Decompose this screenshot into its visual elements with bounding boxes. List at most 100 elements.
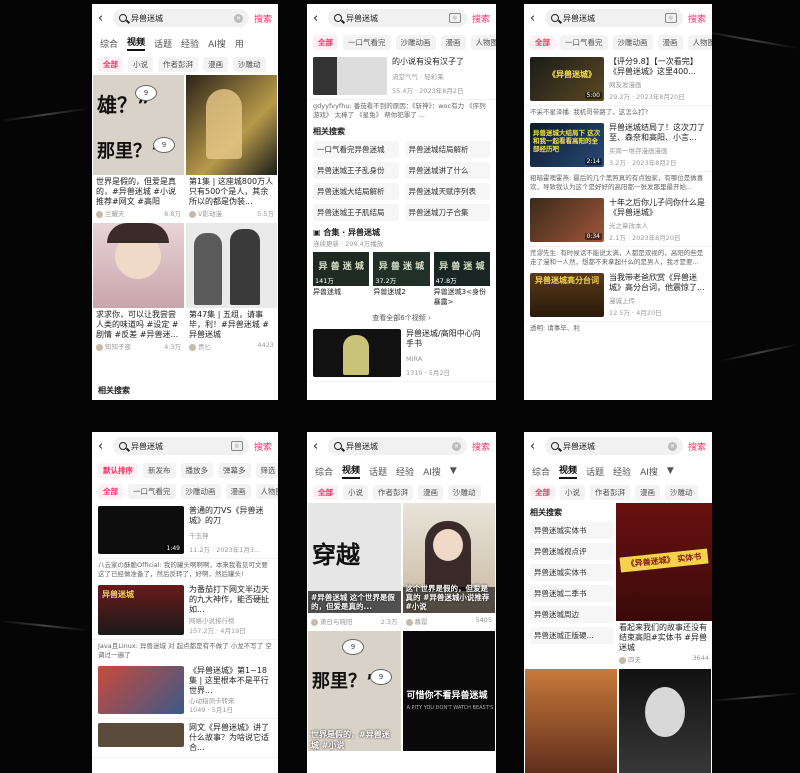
back-arrow-icon[interactable]: ‹ (313, 11, 323, 26)
result-row[interactable]: 《异兽迷城》 5:00 【评分9.8】【一次看完】《异兽迷城》这里400... … (524, 53, 712, 106)
chip-comic[interactable]: 漫画 (225, 484, 251, 499)
chip-anime[interactable]: 沙雕动 (665, 485, 698, 500)
video-card[interactable]: 穿越 #异兽迷城 这个世界是假的，但爱是真的... 萧日与晓阳 2.3万 (308, 503, 401, 629)
collection-item[interactable]: 异 兽 迷 城 47.8万 异兽迷城3<身份暴露> (433, 252, 490, 307)
clear-icon[interactable]: ✕ (233, 13, 243, 23)
related-search-item[interactable]: 异兽迷城周边 (530, 606, 614, 623)
video-card[interactable]: 第47集 | 五组，请事毕，利！#异兽迷城 #异兽迷城 贡匕 4423 (186, 223, 277, 354)
chip-all[interactable]: 全部 (313, 35, 338, 50)
chip-author[interactable]: 作者彭湃 (590, 485, 630, 500)
sort-newest[interactable]: 新发布 (143, 463, 176, 478)
chip-all[interactable]: 全部 (313, 485, 338, 500)
tab-experience[interactable]: 经验 (396, 465, 414, 478)
chip-anime[interactable]: 沙雕动画 (180, 484, 221, 499)
chip-character[interactable]: 人物图 (470, 35, 496, 50)
filter-icon[interactable]: ▼ (450, 466, 457, 476)
tab-topic[interactable]: 话题 (369, 465, 387, 478)
related-search-item[interactable]: 异兽迷城视点评 (530, 543, 614, 560)
tab-video[interactable]: 视频 (127, 35, 146, 51)
chip-comic[interactable]: 漫画 (418, 485, 443, 500)
tab-video[interactable]: 视频 (559, 463, 578, 479)
video-card[interactable] (525, 669, 617, 773)
search-input[interactable]: 异兽迷城 ✕ (113, 9, 249, 27)
search-input[interactable]: 异兽迷城 ✕ (328, 437, 467, 455)
related-search-item[interactable]: 异兽迷城刀子合集 (404, 204, 490, 221)
chip-anime[interactable]: 沙雕动 (448, 485, 481, 500)
tab-experience[interactable]: 经验 (181, 37, 199, 50)
chip-comic[interactable]: 漫画 (635, 485, 660, 500)
tab-zonghe[interactable]: 综合 (100, 37, 118, 50)
image-search-icon[interactable]: ◎ (448, 13, 461, 23)
back-arrow-icon[interactable]: ‹ (313, 439, 323, 454)
chip-anime[interactable]: 沙雕动画 (612, 35, 653, 50)
tab-zonghe[interactable]: 综合 (315, 465, 333, 478)
related-search-item[interactable]: 一口气看完异兽迷城 (313, 141, 399, 158)
video-card[interactable]: 9 那里？” 9 世界是假的，#异兽迷城 #小说 (308, 631, 401, 751)
tab-topic[interactable]: 话题 (586, 465, 604, 478)
video-card[interactable] (619, 669, 711, 773)
chip-novel[interactable]: 小说 (128, 57, 153, 72)
sort-default[interactable]: 默认排序 (98, 463, 138, 478)
related-search-item[interactable]: 异兽迷城结局解析 (404, 141, 490, 158)
chip-all[interactable]: 全部 (530, 485, 555, 500)
related-search-item[interactable]: 异兽迷城二季书 (530, 585, 614, 602)
search-button[interactable]: 搜索 (688, 12, 706, 25)
video-card[interactable]: 雄？” 9 那里？” 9 世界是假的，但爱是真的，#异兽迷城 #小说推荐#网文 … (93, 75, 184, 221)
chip-character[interactable]: 人物图 (687, 35, 712, 50)
view-all-link[interactable]: 查看全部6个视频 › (307, 311, 496, 325)
search-input[interactable]: 异兽迷城 ✕ (545, 437, 683, 455)
collection-header[interactable]: ▣ 合集 · 异兽迷城 (307, 221, 496, 240)
related-search-item[interactable]: 异兽迷城讲了什么 (404, 162, 490, 179)
related-search-item[interactable]: 异兽迷城正版硬... (530, 627, 614, 644)
tab-ai-search[interactable]: AI搜 (423, 465, 441, 478)
tab-topic[interactable]: 话题 (154, 37, 172, 50)
chip-binge[interactable]: 一口气看完 (128, 484, 176, 499)
video-card[interactable]: 可惜你不看异兽迷城 A PITY YOU DON'T WATCH BEAST'S (402, 631, 495, 751)
chip-binge[interactable]: 一口气看完 (560, 35, 608, 50)
result-row[interactable]: 1:49 普通的刀VS《异兽迷城》的刀 千玉神 11.2万 · 2023年1月3… (92, 502, 278, 559)
result-row[interactable]: 异兽迷城大结局下 这次和我一起看看高阳的全部经历吧 2:14 异兽迷城结局了！这… (524, 119, 712, 172)
search-button[interactable]: 搜索 (688, 440, 706, 453)
tab-video[interactable]: 视频 (342, 463, 361, 479)
related-search-item[interactable]: 异兽迷城实体书 (530, 522, 614, 539)
tab-experience[interactable]: 经验 (613, 465, 631, 478)
back-arrow-icon[interactable]: ‹ (530, 11, 540, 26)
filter-icon[interactable]: ▼ (667, 466, 674, 476)
related-search-item[interactable]: 异兽迷城实体书 (530, 564, 614, 581)
tab-zonghe[interactable]: 综合 (532, 465, 550, 478)
back-arrow-icon[interactable]: ‹ (98, 439, 108, 454)
search-button[interactable]: 搜索 (472, 12, 490, 25)
chip-all[interactable]: 全部 (98, 57, 123, 72)
collection-item[interactable]: 异 兽 迷 城 141万 异兽迷城 (313, 252, 370, 307)
chip-comic[interactable]: 漫画 (203, 57, 228, 72)
collection-item[interactable]: 异 兽 迷 城 37.2万 异兽迷城2 (373, 252, 430, 307)
chip-all[interactable]: 全部 (530, 35, 555, 50)
clear-icon[interactable]: ✕ (451, 441, 461, 451)
search-button[interactable]: 搜索 (254, 12, 272, 25)
result-row[interactable]: 异兽迷城/高阳中心向 手书 MIRA 1310 · 5月2日 (307, 325, 496, 382)
search-button[interactable]: 搜索 (472, 440, 490, 453)
result-row[interactable]: 《异兽迷城》第1~18集 | 这里根本不是平行世界... 心动指测卡转来 104… (92, 662, 278, 719)
related-search-item[interactable]: 异兽迷城王子乱身份 (313, 162, 399, 179)
chip-novel[interactable]: 小说 (560, 485, 585, 500)
clear-icon[interactable]: ✕ (667, 441, 677, 451)
sort-most-danmaku[interactable]: 弹幕多 (218, 463, 251, 478)
search-input[interactable]: 异兽迷城 ◎ (328, 9, 467, 27)
result-row[interactable]: 0:34 十年之后你儿子问你什么是《异兽迷城》 光之章改本人 2.1万 · 20… (524, 194, 712, 247)
video-card[interactable]: 第1集 | 这座城800万人只有500个是人，其余所以的都是伪装... V影动漫… (186, 75, 277, 221)
chip-comic[interactable]: 漫画 (657, 35, 683, 50)
image-search-icon[interactable]: ◎ (230, 441, 243, 451)
back-arrow-icon[interactable]: ‹ (98, 11, 108, 26)
chip-binge[interactable]: 一口气看完 (343, 35, 391, 50)
result-row[interactable]: 的小说有没有汉子了 流堂气气 · 轻彩莱 55.4万 · 2023年8月2日 (307, 53, 496, 100)
back-arrow-icon[interactable]: ‹ (530, 439, 540, 454)
sort-most-played[interactable]: 播放多 (180, 463, 213, 478)
video-card[interactable]: 这个世界是假的，但爱是真的 #异兽迷城小说推荐 #小说 慕罂 5405 (402, 503, 495, 629)
chip-novel[interactable]: 小说 (343, 485, 368, 500)
video-card[interactable]: 求求你，可以让我尝尝人类的味道吗 #设定 #剧情 #反差 #异兽迷... 知知子… (93, 223, 184, 354)
chip-anime[interactable]: 沙雕动 (233, 57, 266, 72)
tab-ai-search[interactable]: AI搜 (640, 465, 658, 478)
chip-author[interactable]: 作者彭湃 (158, 57, 198, 72)
filter-button[interactable]: 筛选 ▾ (255, 463, 278, 478)
related-search-item[interactable]: 异兽迷城王子肌结局 (313, 204, 399, 221)
